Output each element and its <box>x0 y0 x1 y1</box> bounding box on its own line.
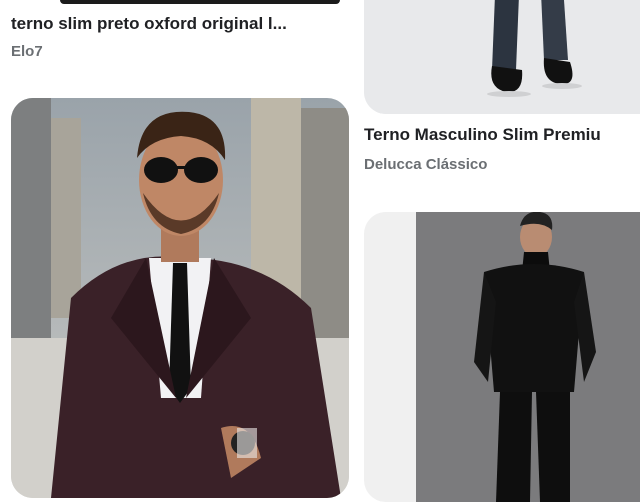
pin-title[interactable]: terno slim preto oxford original l... <box>11 14 341 34</box>
pin-source[interactable]: Elo7 <box>11 43 43 60</box>
man-burgundy-suit-photo <box>11 98 349 498</box>
pin-image[interactable] <box>364 212 640 502</box>
pin-image-partial[interactable] <box>60 0 340 4</box>
pin-source[interactable]: Delucca Clássico <box>364 156 487 173</box>
man-black-suit-photo <box>364 212 640 502</box>
pin-title[interactable]: Terno Masculino Slim Premiu <box>364 125 640 145</box>
pin-image[interactable] <box>11 98 349 498</box>
legs-shoes-illustration <box>364 0 640 114</box>
pin-image[interactable] <box>364 0 640 114</box>
